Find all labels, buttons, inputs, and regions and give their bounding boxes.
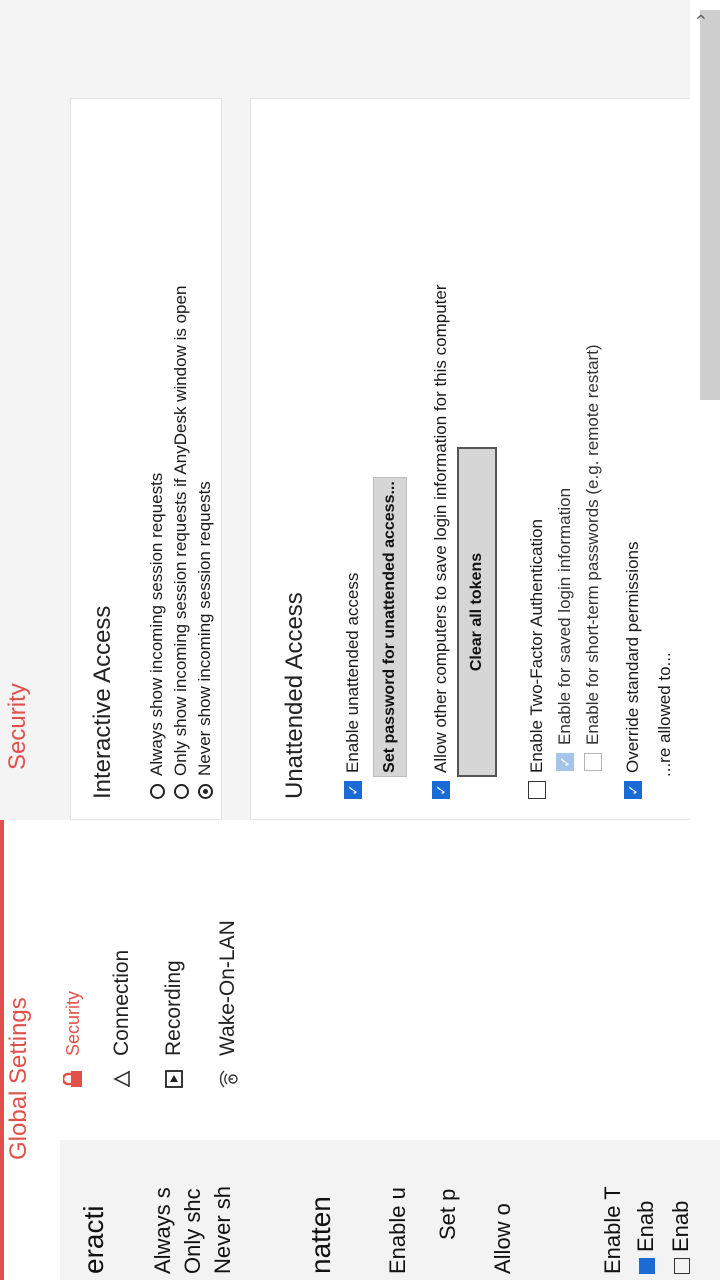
interactive-access-title: Interactive Access bbox=[89, 605, 116, 799]
rotated-screen: eracti Always s Only shc Never sh natten… bbox=[0, 0, 720, 1280]
checkbox-icon bbox=[674, 1258, 690, 1274]
enable-unattended-checkbox[interactable]: ✓ Enable unattended access bbox=[343, 573, 363, 799]
connection-icon bbox=[111, 1068, 133, 1090]
checkbox-label: Enable unattended access bbox=[343, 572, 362, 773]
sidebar-item-wake-on-lan[interactable]: Wake-On-LAN bbox=[216, 920, 240, 1090]
background-row: Enab bbox=[668, 1144, 694, 1274]
radio-label: Only show incoming session requests if A… bbox=[171, 285, 190, 776]
checkbox-icon bbox=[639, 1258, 655, 1274]
background-row-label: Enab bbox=[668, 1200, 693, 1252]
checkbox-unchecked-icon bbox=[528, 781, 546, 799]
background-row: Allow o bbox=[490, 1203, 515, 1274]
background-row: Never sh bbox=[210, 1185, 235, 1274]
background-row: Enable u bbox=[385, 1187, 410, 1274]
radio-selected-icon bbox=[197, 784, 213, 799]
security-page: Security Interactive Access Always show … bbox=[0, 0, 720, 820]
wake-on-lan-icon bbox=[217, 1068, 239, 1090]
background-row: Always s bbox=[150, 1187, 175, 1274]
sidebar-item-recording[interactable]: Recording bbox=[162, 960, 186, 1090]
checkbox-checked-icon: ✓ bbox=[344, 781, 362, 799]
sidebar-item-security[interactable]: Security bbox=[62, 991, 84, 1090]
sidebar-item-connection[interactable]: Connection bbox=[110, 950, 134, 1090]
recording-icon bbox=[163, 1068, 185, 1090]
radio-label: Always show incoming session requests bbox=[147, 472, 166, 776]
sidebar-item-label: Security bbox=[62, 990, 83, 1056]
radio-always-show[interactable]: Always show incoming session requests bbox=[147, 473, 167, 799]
unattended-access-title: Unattended Access bbox=[281, 592, 308, 799]
sidebar-item-label: Connection bbox=[110, 949, 133, 1056]
saved-login-checkbox[interactable]: ✓ Enable for saved login information bbox=[555, 488, 575, 771]
short-term-password-checkbox[interactable]: Enable for short-term passwords (e.g. re… bbox=[583, 344, 603, 771]
allowed-to-text: ...re allowed to... bbox=[655, 652, 674, 777]
checkbox-label: Enable for short-term passwords (e.g. re… bbox=[583, 344, 602, 745]
clear-tokens-button[interactable]: Clear all tokens bbox=[457, 447, 497, 777]
radio-only-show-if-open[interactable]: Only show incoming session requests if A… bbox=[171, 286, 191, 799]
background-row: Enab bbox=[633, 1144, 659, 1274]
chevron-icon[interactable]: › bbox=[690, 14, 711, 20]
checkbox-checked-icon: ✓ bbox=[556, 753, 574, 771]
unattended-access-panel: Unattended Access ✓ Enable unattended ac… bbox=[250, 98, 692, 820]
override-permissions-checkbox[interactable]: ✓ Override standard permissions bbox=[623, 542, 643, 799]
sidebar-item-label: Recording bbox=[162, 960, 185, 1056]
checkbox-checked-icon: ✓ bbox=[432, 781, 450, 799]
set-password-button[interactable]: Set password for unattended access... bbox=[373, 477, 407, 777]
background-row-label: Enab bbox=[633, 1200, 658, 1252]
checkbox-unchecked-icon bbox=[584, 753, 602, 771]
radio-never-show[interactable]: Never show incoming session requests bbox=[195, 481, 215, 799]
checkbox-checked-icon: ✓ bbox=[624, 781, 642, 799]
allow-save-login-checkbox[interactable]: ✓ Allow other computers to save login in… bbox=[431, 284, 451, 799]
radio-icon bbox=[149, 784, 165, 799]
checkbox-label: Allow other computers to save login info… bbox=[431, 284, 450, 773]
page-title: Security bbox=[4, 683, 31, 770]
checkbox-label: Override standard permissions bbox=[623, 541, 642, 773]
background-row: Enable T bbox=[600, 1186, 625, 1274]
app-title: Global Settings bbox=[5, 997, 32, 1160]
two-factor-checkbox[interactable]: Enable Two-Factor Authentication bbox=[527, 519, 547, 799]
scrollbar-thumb[interactable] bbox=[700, 10, 720, 400]
background-row: Only shc bbox=[180, 1188, 205, 1274]
background-heading: natten bbox=[305, 1196, 336, 1274]
checkbox-label: Enable Two-Factor Authentication bbox=[527, 519, 546, 773]
radio-label: Never show incoming session requests bbox=[195, 481, 214, 776]
radio-icon bbox=[173, 784, 189, 799]
background-column: eracti Always s Only shc Never sh natten… bbox=[60, 1140, 720, 1280]
background-row: Set p bbox=[435, 1188, 460, 1240]
lock-icon bbox=[62, 1068, 84, 1090]
sidebar-item-label: Wake-On-LAN bbox=[216, 920, 239, 1056]
background-heading: eracti bbox=[78, 1205, 109, 1274]
interactive-access-panel: Interactive Access Always show incoming … bbox=[70, 98, 222, 820]
checkbox-label: Enable for saved login information bbox=[555, 487, 574, 745]
